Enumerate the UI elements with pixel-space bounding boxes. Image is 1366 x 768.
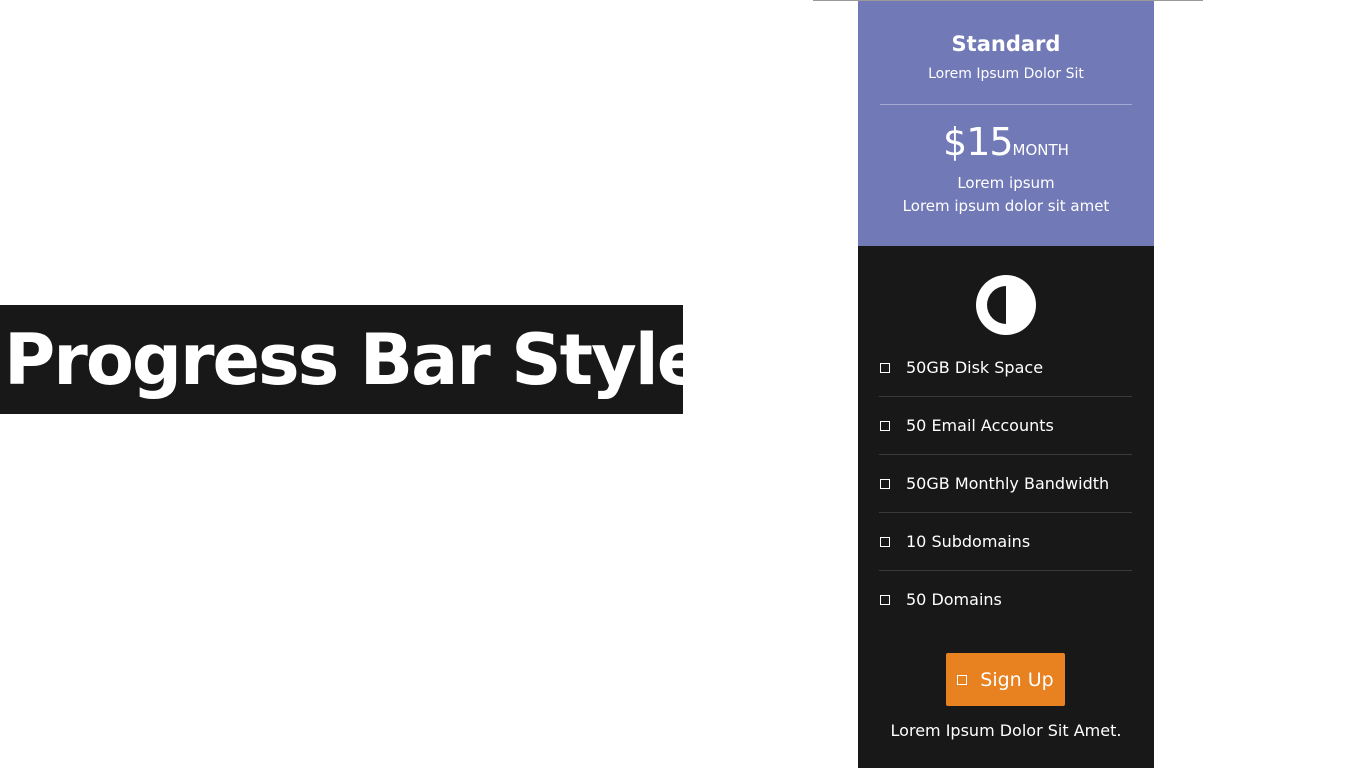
sign-up-button-label: Sign Up: [980, 668, 1054, 691]
checkbox-icon: [880, 362, 890, 373]
feature-label: 50 Email Accounts: [906, 415, 1054, 435]
checkbox-icon: [880, 478, 890, 489]
feature-list: 50GB Disk Space 50 Email Accounts 50GB M…: [879, 339, 1132, 629]
feature-label: 50 Domains: [906, 590, 1002, 609]
checkbox-icon: [880, 536, 890, 547]
feature-item: 50 Domains: [879, 571, 1132, 629]
checkbox-icon: [880, 420, 890, 431]
pricing-card-body: 50GB Disk Space 50 Email Accounts 50GB M…: [858, 246, 1154, 768]
feature-item: 50GB Disk Space: [879, 339, 1132, 397]
feature-label: 10 Subdomains: [906, 531, 1031, 551]
checkbox-icon: [957, 674, 968, 685]
banner-title: Progress Bar Styles: [4, 318, 744, 401]
pricing-card: Standard Lorem Ipsum Dolor Sit $15 MONTH…: [858, 1, 1154, 768]
card-footer-text: Lorem Ipsum Dolor Sit Amet.: [890, 721, 1122, 740]
feature-item: 10 Subdomains: [879, 513, 1132, 571]
checkbox-icon: [880, 595, 890, 605]
half-circle-icon: [976, 275, 1036, 335]
title-banner: Progress Bar Styles: [0, 305, 744, 414]
feature-item: 50 Email Accounts: [879, 397, 1132, 455]
price-note-1: Lorem ipsum: [957, 174, 1055, 192]
page: Progress Bar Styles Standard Lorem Ipsum…: [0, 0, 1366, 768]
pricing-card-header: Standard Lorem Ipsum Dolor Sit $15 MONTH…: [858, 1, 1154, 246]
header-divider: [880, 104, 1132, 105]
sign-up-button[interactable]: Sign Up: [946, 653, 1065, 706]
feature-item: 50GB Monthly Bandwidth: [879, 455, 1132, 513]
plan-name: Standard: [951, 32, 1061, 56]
price-period: MONTH: [1012, 141, 1069, 159]
feature-label: 50GB Monthly Bandwidth: [906, 473, 1110, 493]
plan-subtitle: Lorem Ipsum Dolor Sit: [928, 66, 1084, 82]
price-note-2: Lorem ipsum dolor sit amet: [902, 197, 1110, 215]
price-line: $15 MONTH: [858, 119, 1154, 165]
feature-label: 50GB Disk Space: [906, 357, 1044, 377]
price-amount: $15: [943, 120, 1014, 164]
